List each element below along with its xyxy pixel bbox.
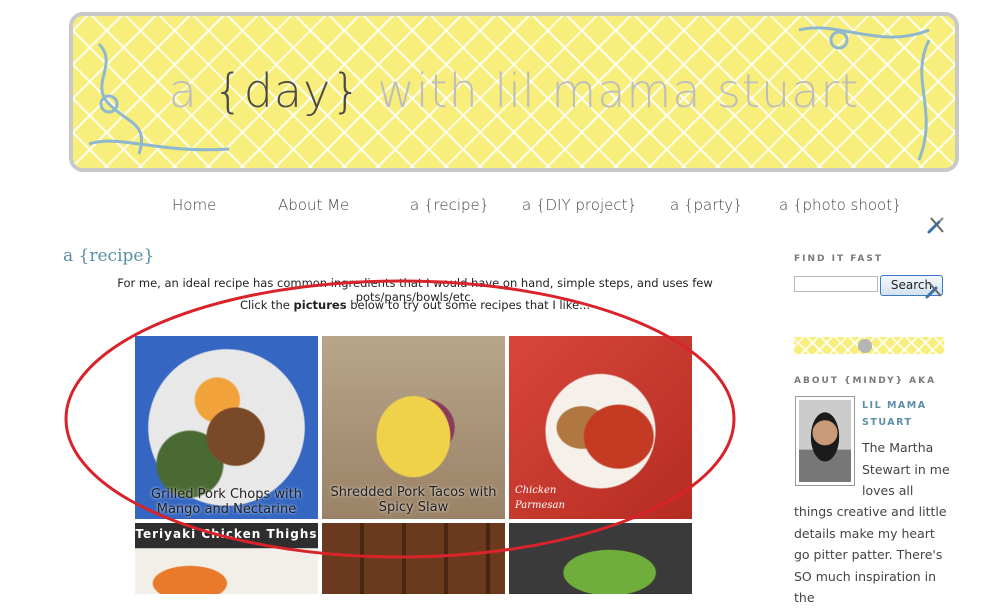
quick-edit-tools-icon[interactable]	[925, 214, 947, 236]
site-title-a: a	[168, 64, 214, 118]
avatar-photo	[799, 400, 851, 482]
find-it-fast-heading: FIND IT FAST	[794, 254, 883, 264]
about-name: LIL MAMA STUART	[862, 400, 927, 428]
about-text: The Martha Stewart in me loves all	[862, 440, 950, 498]
nav-item-photo-shoot[interactable]: a {photo shoot}	[779, 196, 902, 214]
about-text-continued: things creative and little details make …	[794, 504, 947, 605]
page-title: a {recipe}	[63, 246, 155, 266]
main-nav: Home About Me a {recipe} a {DIY project}…	[0, 196, 1008, 220]
nav-item-party[interactable]: a {party}	[670, 196, 743, 214]
nav-item-recipe[interactable]: a {recipe}	[410, 196, 489, 214]
annotation-ellipse	[64, 279, 736, 559]
site-title-rest: with lil mama stuart	[361, 64, 860, 118]
about-heading: ABOUT {MINDY} AKA	[794, 376, 937, 386]
header-banner[interactable]: a {day} with lil mama stuart	[69, 12, 959, 172]
site-title: a {day} with lil mama stuart	[73, 64, 955, 118]
flower-icon	[858, 339, 872, 353]
nav-item-about[interactable]: About Me	[278, 196, 349, 214]
nav-item-diy[interactable]: a {DIY project}	[522, 196, 637, 214]
avatar[interactable]	[795, 396, 855, 486]
quick-edit-tools-icon[interactable]	[924, 280, 944, 300]
site-title-day: {day}	[213, 64, 362, 118]
nav-item-home[interactable]: Home	[172, 196, 216, 214]
search-input[interactable]	[794, 276, 878, 292]
